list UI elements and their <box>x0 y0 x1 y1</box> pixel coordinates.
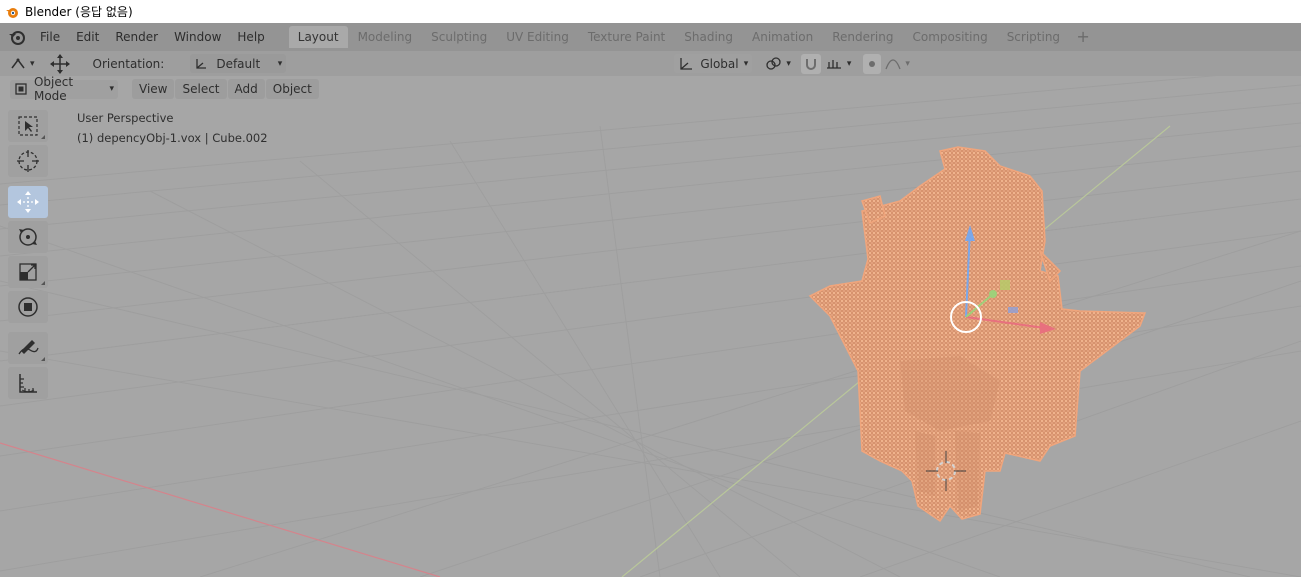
tab-layout[interactable]: Layout <box>288 26 348 48</box>
chevron-down-icon: ▾ <box>743 58 749 69</box>
measure-ruler-icon <box>19 374 37 393</box>
transform-icon <box>18 297 38 317</box>
measure-tool[interactable] <box>8 367 48 399</box>
chevron-down-icon: ▾ <box>786 58 791 69</box>
top-bar: File Edit Render Window Help Layout Mode… <box>0 23 1301 51</box>
workspace-tabs: Layout Modeling Sculpting UV Editing Tex… <box>288 23 1092 51</box>
menu-view[interactable]: View <box>132 79 175 99</box>
tab-rendering[interactable]: Rendering <box>823 26 902 48</box>
tab-uv-editing[interactable]: UV Editing <box>497 26 578 48</box>
proportional-edit-icon <box>869 60 876 67</box>
tab-texture-paint[interactable]: Texture Paint <box>579 26 674 48</box>
cursor-icon <box>17 150 39 172</box>
tool-shelf <box>8 110 50 402</box>
object-mode-icon <box>15 83 27 95</box>
transform-tool[interactable] <box>8 291 48 323</box>
tab-compositing[interactable]: Compositing <box>903 26 996 48</box>
chevron-down-icon: ▾ <box>30 58 35 69</box>
pivot-point-button[interactable]: ▾ <box>764 54 791 74</box>
3d-viewport[interactable]: User Perspective (1) depencyObj-1.vox | … <box>0 51 1301 577</box>
orientation-dropdown[interactable]: Default ▾ <box>190 54 287 73</box>
blender-app-icon <box>6 7 18 18</box>
orientation-value: Default <box>216 56 261 71</box>
chevron-down-icon: ▾ <box>109 84 115 94</box>
global-axes-icon <box>680 57 693 70</box>
object-mode-dropdown[interactable]: Object Mode ▾ <box>10 75 118 103</box>
proportional-falloff-button[interactable]: ▾ <box>885 54 910 74</box>
move-icon <box>17 191 39 213</box>
snap-increment-icon <box>826 59 841 69</box>
menu-file[interactable]: File <box>32 23 68 51</box>
menu-window[interactable]: Window <box>166 23 229 51</box>
chevron-down-icon: ▾ <box>277 58 283 69</box>
blender-logo-icon[interactable] <box>6 26 28 48</box>
menu-edit[interactable]: Edit <box>68 23 107 51</box>
rotate-tool[interactable] <box>8 221 48 253</box>
falloff-curve-icon <box>885 58 901 69</box>
orientation-axes-icon <box>196 58 207 69</box>
tool-options-corner <box>41 135 45 139</box>
menu-render[interactable]: Render <box>107 23 166 51</box>
tab-sculpting[interactable]: Sculpting <box>422 26 496 48</box>
select-box-tool[interactable] <box>8 110 48 142</box>
select-box-icon <box>18 116 38 136</box>
cursor-tool[interactable] <box>8 145 48 177</box>
scale-tool[interactable] <box>8 256 48 288</box>
orientation-label: Orientation: <box>92 56 165 71</box>
viewport-header: Object Mode ▾ View Select Add Object <box>0 75 1301 103</box>
object-info-label: (1) depencyObj-1.vox | Cube.002 <box>77 131 268 145</box>
tool-header: ▾ Orientation: Default ▾ Global ▾ ▾ ▾ ▾ <box>0 51 1301 76</box>
voxel-model[interactable] <box>0 51 1301 577</box>
rotate-icon <box>19 228 37 246</box>
annotate-pencil-icon <box>18 340 39 355</box>
transform-orientation-value: Global <box>700 56 739 71</box>
main-menu: File Edit Render Window Help <box>32 23 273 51</box>
pivot-icon <box>11 58 25 68</box>
menu-add[interactable]: Add <box>227 79 265 99</box>
move-tool[interactable] <box>8 186 48 218</box>
proportional-edit-toggle[interactable] <box>863 53 882 74</box>
tab-animation[interactable]: Animation <box>743 26 822 48</box>
tool-options-corner <box>41 281 45 285</box>
annotate-tool[interactable] <box>8 332 48 364</box>
scale-icon <box>19 263 37 281</box>
window-titlebar: Blender (응답 없음) <box>0 0 1301 23</box>
tab-shading[interactable]: Shading <box>675 26 742 48</box>
pivot-point-icon <box>766 56 781 70</box>
window-title: Blender (응답 없음) <box>25 5 133 19</box>
add-workspace-button[interactable]: + <box>1074 28 1092 46</box>
menu-help[interactable]: Help <box>229 23 272 51</box>
tab-scripting[interactable]: Scripting <box>998 26 1069 48</box>
object-mode-value: Object Mode <box>33 75 74 103</box>
tool-options-corner <box>41 357 45 361</box>
chevron-down-icon: ▾ <box>846 58 852 69</box>
menu-select[interactable]: Select <box>175 79 227 99</box>
transform-orientation-dropdown[interactable]: Global ▾ <box>674 54 753 73</box>
magnet-icon <box>805 58 816 70</box>
tab-modeling[interactable]: Modeling <box>349 26 422 48</box>
chevron-down-icon: ▾ <box>905 58 910 69</box>
transform-pivot-button[interactable]: ▾ <box>10 54 35 74</box>
snap-target-button[interactable]: ▾ <box>825 54 852 74</box>
snap-toggle[interactable] <box>800 53 821 74</box>
menu-object[interactable]: Object <box>265 79 319 99</box>
perspective-label: User Perspective <box>77 111 174 125</box>
move-tool-icon[interactable] <box>49 53 71 74</box>
